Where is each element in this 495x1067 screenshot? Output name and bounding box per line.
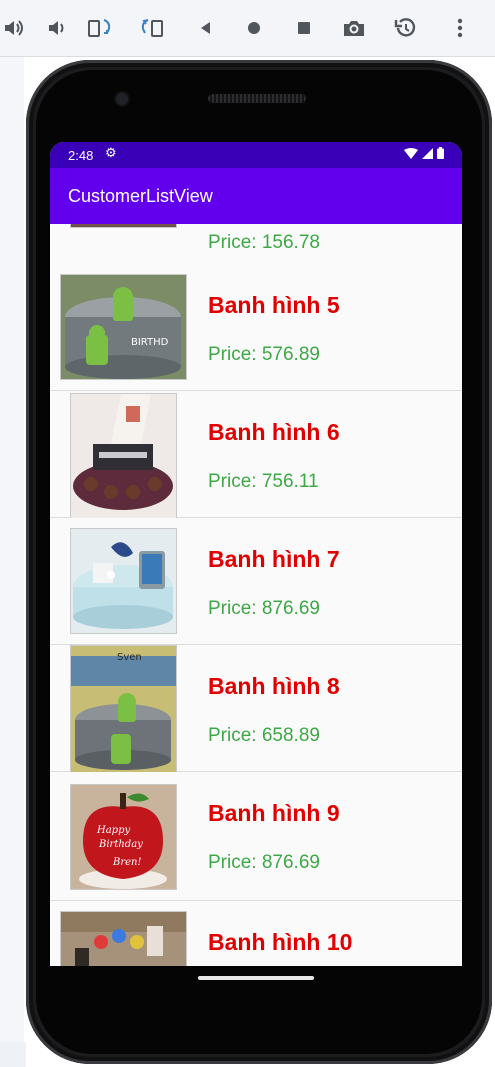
- item-name: Banh hình 10: [208, 929, 353, 955]
- gesture-navigation-bar[interactable]: [198, 976, 314, 980]
- product-list[interactable]: Price: 156.78 BIRTHD Banh hình 5 Price: …: [50, 224, 462, 966]
- svg-text:Sven: Sven: [117, 652, 142, 663]
- item-name: Banh hình 8: [208, 673, 340, 699]
- list-item[interactable]: Price: 156.78: [50, 224, 462, 265]
- device-screen: 2:48 ⚙ CustomerListView Price: 156.78 BI…: [50, 142, 462, 966]
- list-item[interactable]: Happy Birthday Bren! Banh hình 9 Price: …: [50, 772, 462, 901]
- cake-image: [60, 911, 187, 966]
- signal-icon: [422, 147, 433, 159]
- item-price: Price: 756.11: [208, 471, 319, 492]
- list-item[interactable]: BIRTHD Banh hình 5 Price: 576.89: [50, 264, 462, 391]
- item-price: Price: 576.89: [208, 344, 320, 365]
- app-title: CustomerListView: [68, 186, 213, 206]
- settings-notification-icon: ⚙: [105, 146, 117, 161]
- app-bar: CustomerListView: [50, 168, 462, 224]
- list-item[interactable]: Banh hình 6 Price: 756.11: [50, 391, 462, 519]
- svg-text:Bren!: Bren!: [112, 857, 142, 868]
- volume-up-icon[interactable]: [0, 14, 28, 42]
- snapshot-restore-icon[interactable]: [392, 14, 420, 42]
- cake-image: [70, 224, 177, 228]
- svg-text:Happy: Happy: [96, 825, 130, 836]
- svg-text:BIRTHD: BIRTHD: [131, 337, 169, 348]
- more-options-icon[interactable]: [446, 14, 474, 42]
- status-time: 2:48: [68, 148, 94, 163]
- rotate-left-icon[interactable]: [86, 14, 114, 42]
- svg-text:Birthday: Birthday: [98, 839, 143, 850]
- cake-image: Sven: [70, 645, 177, 773]
- battery-icon: [437, 147, 444, 159]
- list-item[interactable]: Banh hình 10: [50, 901, 462, 966]
- item-price: Price: 876.69: [208, 852, 320, 873]
- item-name: Banh hình 5: [208, 292, 340, 318]
- list-item[interactable]: Banh hình 7 Price: 876.69: [50, 518, 462, 645]
- cake-image: Happy Birthday Bren!: [70, 784, 177, 890]
- home-icon[interactable]: [240, 14, 268, 42]
- emulator-background: [0, 1042, 26, 1067]
- emulator-side-panel: [0, 57, 24, 1042]
- item-price: Price: 658.89: [208, 725, 320, 746]
- cake-image: [70, 393, 177, 519]
- item-name: Banh hình 9: [208, 800, 340, 826]
- volume-down-icon[interactable]: [42, 14, 70, 42]
- wifi-icon: [404, 147, 418, 159]
- item-price: Price: 156.78: [208, 232, 320, 253]
- camera-icon[interactable]: [340, 14, 368, 42]
- cake-image: [70, 528, 177, 634]
- status-bar: 2:48 ⚙: [50, 142, 462, 168]
- status-icons: [404, 147, 444, 159]
- earpiece-speaker: [208, 94, 306, 103]
- item-name: Banh hình 6: [208, 419, 340, 445]
- front-camera: [116, 93, 128, 105]
- item-name: Banh hình 7: [208, 546, 340, 572]
- list-item[interactable]: Sven Banh hình 8 Price: 658.89: [50, 645, 462, 773]
- overview-icon[interactable]: [290, 14, 318, 42]
- rotate-right-icon[interactable]: [138, 14, 166, 42]
- cake-image: BIRTHD: [60, 274, 187, 380]
- back-icon[interactable]: [192, 14, 220, 42]
- emulator-toolbar: [0, 0, 495, 57]
- item-price: Price: 876.69: [208, 598, 320, 619]
